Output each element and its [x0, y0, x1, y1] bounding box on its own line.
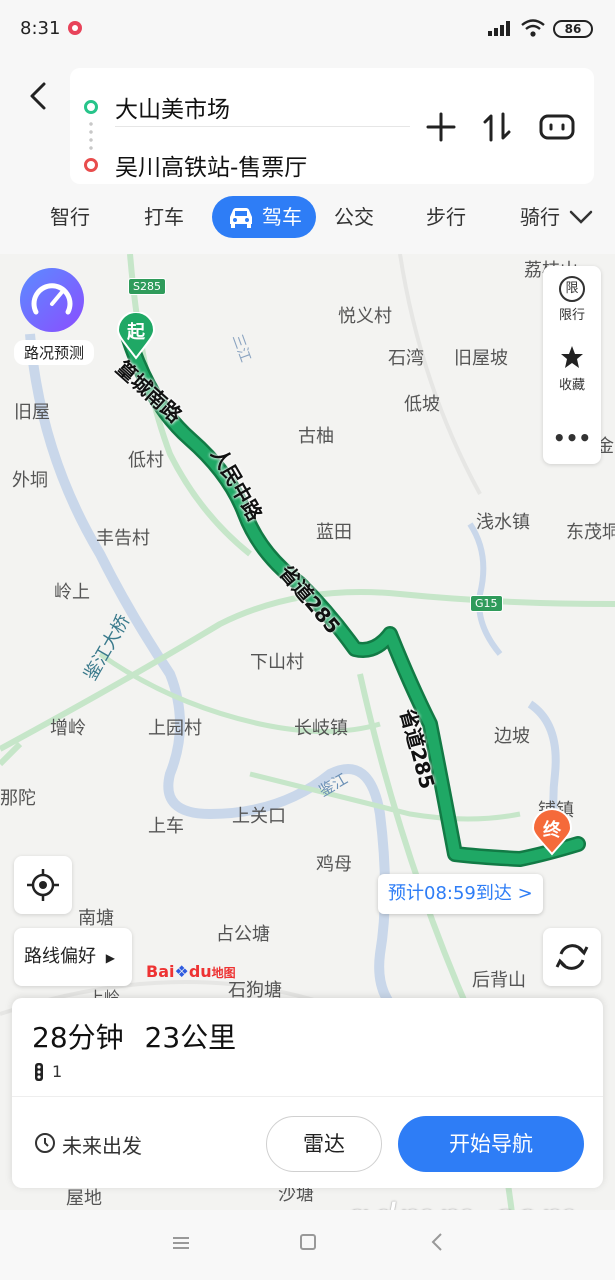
wifi-icon	[521, 19, 545, 37]
status-bar: 8:31 86	[0, 0, 615, 58]
place-label: 下山村	[250, 652, 304, 673]
place-label: 石湾	[388, 348, 424, 369]
traffic-prediction-label: 路况预测	[14, 340, 94, 365]
chevron-down-icon[interactable]	[566, 204, 596, 230]
home-icon[interactable]	[300, 1234, 316, 1250]
favorite-label: 收藏	[558, 378, 585, 393]
place-label: 上园村	[148, 718, 202, 739]
divider	[115, 126, 410, 127]
route-header: 大山美市场 吴川高铁站-售票厅 智行 打车 驾车 公交 步行 骑行	[0, 58, 615, 254]
route-connector	[89, 120, 93, 152]
notification-icon	[68, 21, 82, 35]
tab-bike[interactable]: 骑行	[520, 196, 560, 238]
place-label: 古柚	[298, 426, 334, 447]
place-label: 蓝田	[316, 522, 352, 543]
route-summary-card[interactable]: 28分钟 23公里 1 未来出发 雷达 开始导航	[12, 998, 603, 1188]
system-nav-bar	[0, 1210, 615, 1280]
more-button[interactable]: •••	[543, 426, 601, 450]
locate-icon	[27, 869, 59, 901]
clock-icon	[35, 1133, 55, 1153]
place-label: 那陀	[0, 788, 36, 809]
signal-icon	[488, 20, 514, 36]
back-icon[interactable]	[428, 1232, 446, 1252]
back-button[interactable]	[22, 76, 56, 116]
origin-dot-icon	[84, 100, 98, 114]
road-tag-g15: G15	[470, 595, 503, 612]
refresh-button[interactable]	[543, 928, 601, 986]
start-label: 起	[127, 322, 145, 343]
tab-walk[interactable]: 步行	[426, 196, 466, 238]
start-navigation-button[interactable]: 开始导航	[398, 1116, 584, 1172]
place-label: 鸡母	[316, 854, 352, 875]
road-tag-s285: S285	[128, 278, 166, 295]
baidu-map-logo: Bai❖du地图	[146, 962, 236, 981]
caret-right-icon: ▶	[105, 951, 115, 965]
route-options-icon[interactable]	[538, 110, 576, 144]
logo-text: Bai	[146, 962, 175, 981]
logo-text: 地图	[211, 966, 236, 980]
destination-field[interactable]: 吴川高铁站-售票厅	[115, 148, 307, 182]
star-icon	[561, 346, 583, 368]
tab-drive[interactable]: 驾车	[212, 196, 316, 238]
place-label: 岭上	[54, 582, 90, 603]
status-time: 8:31	[20, 18, 61, 39]
end-label: 终	[543, 820, 561, 841]
place-label: 上关口	[232, 806, 286, 827]
add-waypoint-button[interactable]	[424, 110, 458, 144]
eta-bubble[interactable]: 预计08:59到达 >	[378, 874, 543, 914]
menu-icon[interactable]	[172, 1236, 190, 1250]
route-input-box: 大山美市场 吴川高铁站-售票厅	[70, 68, 594, 184]
route-summary: 28分钟 23公里	[32, 1016, 236, 1056]
place-label: 长岐镇	[294, 718, 348, 739]
car-icon	[230, 208, 252, 228]
duration: 28分钟	[32, 1021, 124, 1054]
favorite-button[interactable]: 收藏	[543, 344, 601, 393]
tab-transit[interactable]: 公交	[334, 196, 374, 238]
traffic-light-count: 1	[52, 1062, 63, 1081]
route-preference-button[interactable]: 路线偏好 ▶	[14, 928, 132, 986]
place-label: 低村	[128, 450, 164, 471]
battery-indicator: 86	[553, 20, 593, 38]
route-preference-label: 路线偏好	[24, 946, 96, 967]
restriction-icon: 限	[559, 276, 585, 302]
place-label: 边坡	[494, 726, 530, 747]
origin-field[interactable]: 大山美市场	[115, 90, 230, 124]
map-tools-panel: 限 限行 收藏 •••	[543, 266, 601, 464]
tab-drive-label: 驾车	[262, 205, 302, 229]
place-label: 旧屋	[14, 402, 50, 423]
start-marker: 起	[116, 311, 156, 360]
traffic-light-icon	[35, 1063, 43, 1081]
place-label: 浅水镇	[476, 512, 530, 533]
place-label: 外垌	[12, 470, 48, 491]
logo-text: du	[188, 962, 212, 981]
traffic-restriction-button[interactable]: 限 限行	[543, 276, 601, 323]
swap-route-button[interactable]	[480, 110, 514, 144]
place-label: 丰告村	[96, 528, 150, 549]
refresh-icon	[555, 944, 589, 970]
destination-dot-icon	[84, 158, 98, 172]
place-label: 东茂垌	[566, 522, 615, 543]
place-label: 增岭	[50, 718, 86, 739]
future-departure-button[interactable]: 未来出发	[62, 1130, 142, 1159]
tab-taxi[interactable]: 打车	[144, 196, 184, 238]
place-label: 上车	[148, 816, 184, 837]
restriction-label: 限行	[558, 308, 585, 323]
place-label: 后背山	[472, 970, 526, 991]
place-label: 占公塘	[216, 924, 270, 945]
place-label: 悦义村	[338, 306, 392, 327]
locate-button[interactable]	[14, 856, 72, 914]
radar-button[interactable]: 雷达	[266, 1116, 382, 1172]
divider	[12, 1096, 603, 1097]
distance: 23公里	[144, 1021, 237, 1054]
traffic-prediction-button[interactable]: 路况预测	[14, 268, 94, 365]
paw-icon: ❖	[174, 962, 189, 981]
speedometer-icon	[20, 268, 84, 332]
tab-smart[interactable]: 智行	[50, 196, 90, 238]
transport-tabs: 智行 打车 驾车 公交 步行 骑行	[0, 196, 615, 242]
place-label: 旧屋坡	[454, 348, 508, 369]
place-label: 南塘	[78, 908, 114, 929]
place-label: 低坡	[404, 394, 440, 415]
end-marker: 终	[530, 808, 574, 858]
